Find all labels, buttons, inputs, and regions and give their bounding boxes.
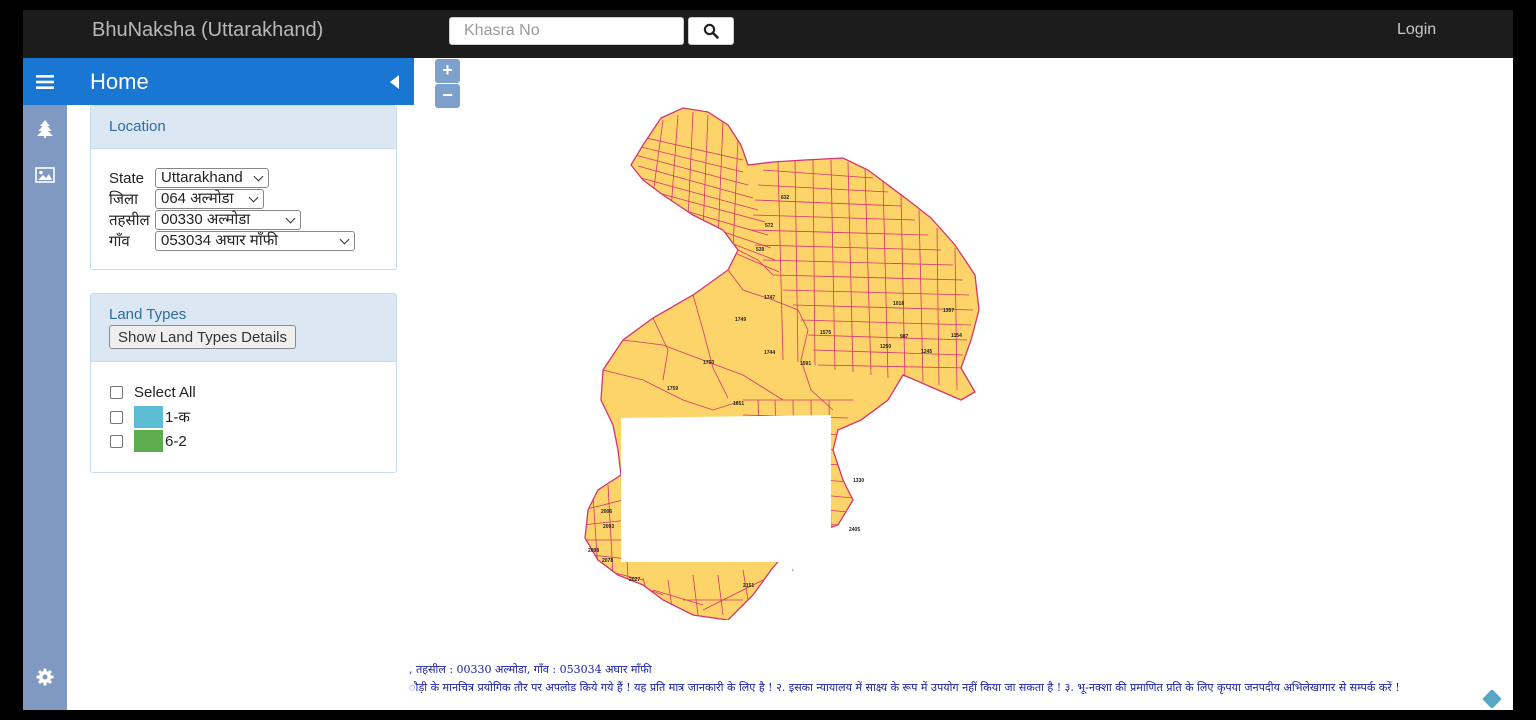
plot-label[interactable]: 1357 <box>943 308 954 314</box>
footer-fade <box>323 658 409 698</box>
gear-icon <box>36 668 54 686</box>
district-value: 064 अल्मोडा <box>161 190 234 207</box>
cadastral-map[interactable]: 632 572 539 1747 1749 1753 1759 1744 157… <box>543 100 1003 620</box>
land-types-title: Land Types <box>109 306 187 323</box>
image-icon <box>35 167 55 183</box>
plot-label[interactable]: 1330 <box>853 478 864 484</box>
collapse-panel-icon[interactable] <box>388 74 400 90</box>
plot-label[interactable]: 1753 <box>703 360 714 366</box>
state-row: State Uttarakhand <box>109 168 269 188</box>
rail-settings-button[interactable] <box>23 662 67 692</box>
unmapped-area <box>621 415 831 570</box>
plot-label[interactable]: 1749 <box>735 317 746 323</box>
land-type-row: 6-2 <box>110 430 187 452</box>
panel-header: Home <box>67 58 414 105</box>
plot-label[interactable]: 1245 <box>921 349 932 355</box>
select-all-checkbox[interactable] <box>110 385 123 399</box>
village-select[interactable]: 053034 अघार माँफी <box>155 231 355 251</box>
zoom-in-button[interactable]: + <box>435 59 460 83</box>
plot-label[interactable]: 2098 <box>588 548 599 554</box>
hamburger-icon <box>36 74 54 89</box>
district-label: जिला <box>109 191 139 208</box>
select-all-label: Select All <box>134 383 196 401</box>
plot-label[interactable]: 2151 <box>743 583 754 589</box>
land-type-row: 1-क <box>110 406 190 428</box>
location-card-header[interactable]: Location <box>91 106 396 149</box>
land-type-swatch <box>134 430 163 452</box>
district-row: जिला 064 अल्मोडा <box>109 189 264 209</box>
khasra-search-input[interactable] <box>449 17 684 45</box>
plot-label[interactable]: 2093 <box>603 524 614 530</box>
location-title: Location <box>109 118 166 135</box>
tree-icon <box>37 120 53 138</box>
land-types-card-header: Land Types Show Land Types Details <box>91 294 396 362</box>
layer-switch-icon[interactable] <box>1482 689 1502 709</box>
login-link[interactable]: Login <box>1397 21 1436 39</box>
village-value: 053034 अघार माँफी <box>161 232 279 249</box>
search-icon <box>703 23 719 39</box>
land-types-card: Land Types Show Land Types Details Selec… <box>90 293 397 473</box>
plot-label[interactable]: 1018 <box>893 301 904 307</box>
tehsil-row: तहसील 00330 अल्मोडा <box>109 210 301 230</box>
plot-label[interactable]: 2405 <box>849 527 860 533</box>
plot-label[interactable]: 1651 <box>733 401 744 407</box>
village-label: गाँव <box>109 233 130 250</box>
plot-label[interactable]: 1759 <box>667 386 678 392</box>
plot-label[interactable]: 2027 <box>629 577 640 583</box>
disclaimer-text: ौड़ी के मानचित्र प्रयोगिक तौर पर अपलोड क… <box>409 681 1400 694</box>
plot-label[interactable]: 1744 <box>764 350 775 356</box>
land-type-label: 1-क <box>165 409 190 426</box>
plot-label[interactable]: 2078 <box>602 558 613 564</box>
plot-label[interactable]: 1591 <box>800 361 811 367</box>
side-rail <box>23 58 67 710</box>
plot-label[interactable]: 1154 <box>951 333 962 339</box>
brand-title[interactable]: BhuNaksha (Uttarakhand) <box>92 19 323 42</box>
tehsil-value: 00330 अल्मोडा <box>161 211 251 228</box>
zoom-out-button[interactable]: − <box>435 84 460 108</box>
tehsil-label: तहसील <box>109 212 150 229</box>
land-type-checkbox[interactable] <box>110 434 123 448</box>
plot-label[interactable]: 539 <box>756 247 765 253</box>
plot-label[interactable]: 632 <box>781 195 790 201</box>
plot-label[interactable]: 1575 <box>820 330 831 336</box>
panel-title: Home <box>90 69 149 94</box>
rail-image-button[interactable] <box>23 160 67 190</box>
land-type-checkbox[interactable] <box>110 410 123 424</box>
land-type-swatch <box>134 406 163 428</box>
plot-label[interactable]: 572 <box>765 223 774 229</box>
rail-tree-button[interactable] <box>23 114 67 144</box>
location-card: Location State Uttarakhand जिला 064 अल्म… <box>90 105 397 270</box>
app-window: BhuNaksha (Uttarakhand) Login <box>23 10 1513 710</box>
plot-label[interactable]: 1250 <box>880 344 891 350</box>
land-type-label: 6-2 <box>165 432 187 450</box>
state-select[interactable]: Uttarakhand <box>155 168 269 188</box>
district-select[interactable]: 064 अल्मोडा <box>155 189 264 209</box>
state-value: Uttarakhand <box>161 169 243 186</box>
top-navbar: BhuNaksha (Uttarakhand) Login <box>23 10 1513 58</box>
show-land-types-details-button[interactable]: Show Land Types Details <box>109 325 296 349</box>
tehsil-select[interactable]: 00330 अल्मोडा <box>155 210 301 230</box>
select-all-row: Select All <box>110 381 196 403</box>
plot-label[interactable]: 2006 <box>601 509 612 515</box>
search-button[interactable] <box>688 17 734 45</box>
plot-label[interactable]: 987 <box>900 334 909 340</box>
state-label: State <box>109 169 145 187</box>
location-breadcrumb-text: , तहसील : 00330 अल्मोडा, गाँव : 053034 अ… <box>409 663 652 676</box>
village-row: गाँव 053034 अघार माँफी <box>109 231 355 251</box>
plot-label[interactable]: 1747 <box>764 295 775 301</box>
menu-button[interactable] <box>23 58 67 105</box>
